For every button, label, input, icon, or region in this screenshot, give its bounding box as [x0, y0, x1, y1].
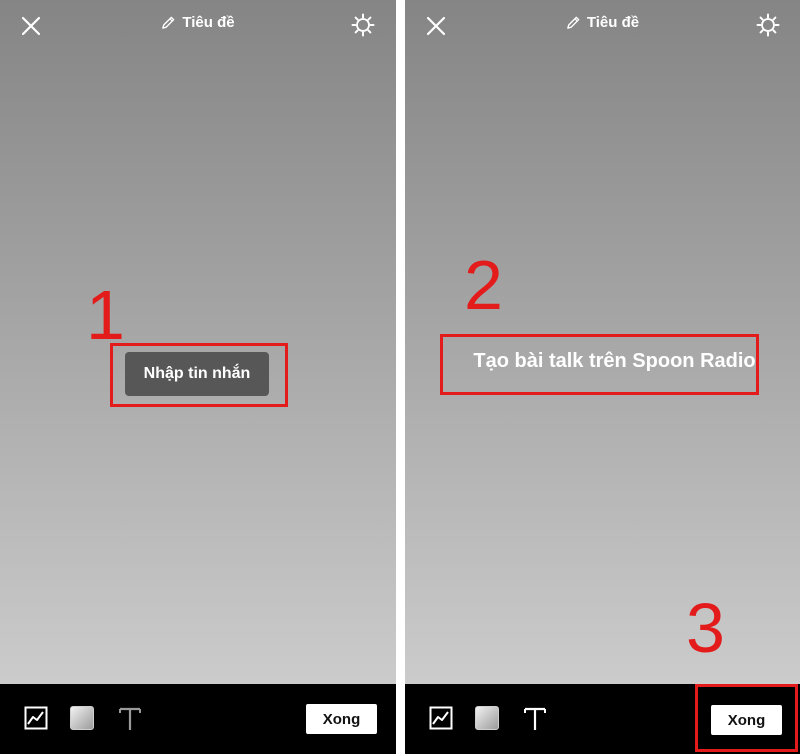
highlight-box-step2 — [440, 334, 759, 395]
pencil-icon — [567, 16, 580, 29]
pencil-icon — [162, 16, 175, 29]
gradient-icon[interactable] — [475, 706, 499, 730]
text-icon[interactable] — [117, 706, 143, 732]
highlight-box-step3 — [695, 684, 798, 752]
top-bar: Tiêu đề — [0, 0, 396, 52]
step-number-1: 1 — [86, 276, 125, 354]
step-number-3: 3 — [686, 589, 725, 667]
title-label: Tiêu đề — [182, 14, 235, 31]
gradient-icon[interactable] — [70, 706, 94, 730]
chart-icon[interactable] — [24, 706, 48, 730]
done-button[interactable]: Xong — [306, 704, 377, 734]
gear-icon[interactable] — [756, 13, 780, 37]
bottom-toolbar: Xong — [0, 684, 396, 754]
title-edit[interactable]: Tiêu đề — [0, 14, 396, 31]
chart-icon[interactable] — [429, 706, 453, 730]
title-edit[interactable]: Tiêu đề — [405, 14, 800, 31]
top-bar: Tiêu đề — [405, 0, 800, 52]
text-icon[interactable] — [522, 706, 548, 732]
highlight-box-step1 — [110, 343, 288, 407]
gear-icon[interactable] — [351, 13, 375, 37]
title-label: Tiêu đề — [586, 14, 640, 31]
step-number-2: 2 — [464, 246, 503, 324]
